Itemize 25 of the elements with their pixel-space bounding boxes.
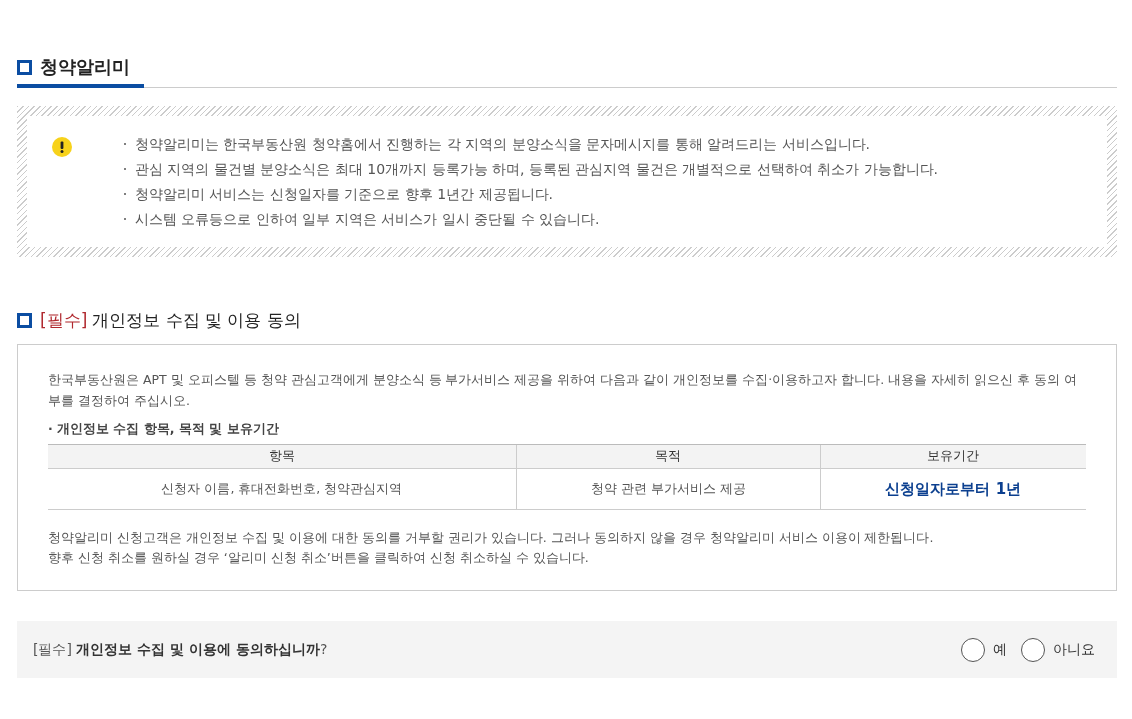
note-text: 청약알리미 신청고객은 개인정보 수집 및 이용에 대한 동의를 거부할 권리가 있습니다. 그러나 동의하지 않을 경우 청약알리미 서비스 이용이 제한됩니다. <box>48 529 935 547</box>
radio-button[interactable] <box>1021 637 1045 662</box>
notice-text: 청약알리미는 한국부동산원 청약홈에서 진행하는 각 지역의 분양소식을 문자메시지를 통해 알려드리는 서비스입니다. <box>135 135 870 154</box>
table-cell: 청약 관련 부가서비스 제공 <box>516 468 821 510</box>
page-title: 청약알리미 <box>40 55 130 79</box>
radio-label[interactable]: 아니요 <box>1053 640 1095 659</box>
exclamation-icon <box>52 137 72 157</box>
notice-text: 시스템 오류등으로 인하여 일부 지역은 서비스가 일시 중단될 수 있습니다. <box>135 210 600 229</box>
square-icon <box>17 59 32 75</box>
required-tag: [필수] <box>40 309 88 332</box>
table-cell: 신청일자로부터 1년 <box>820 468 1086 510</box>
section-title: 개인정보 수집 및 이용 동의 <box>92 309 301 332</box>
table-caption: · 개인정보 수집 항목, 목적 및 보유기간 <box>48 421 280 438</box>
notice-text: 관심 지역의 물건별 분양소식은 최대 10개까지 등록가능 하며, 등록된 관심지역 물건은 개별적으로 선택하여 취소가 가능합니다. <box>135 160 939 179</box>
radio-label[interactable]: 예 <box>993 640 1007 659</box>
question-text: [필수] 개인정보 수집 및 이용에 동의하십니까? <box>33 640 328 659</box>
note-text: 향후 신청 취소를 원하실 경우 ‘알리미 신청 취소’버튼을 클릭하여 신청 취소하실 수 있습니다. <box>48 549 590 567</box>
radio-button[interactable] <box>961 637 985 662</box>
column-header: 항목 <box>48 444 517 469</box>
square-icon <box>17 313 32 328</box>
column-header: 목적 <box>516 444 821 469</box>
column-header: 보유기간 <box>820 444 1086 469</box>
intro-text: 한국부동산원은 APT 및 오피스텔 등 청약 관심고객에게 분양소식 등 부가서비스 제공을 위하여 다음과 같이 개인정보를 수집·이용하고자 합니다. 내용을 자세히 읽으신 후 동의 여부를 결정하여 주십시오. <box>48 371 1079 410</box>
table-cell: 신청자 이름, 휴대전화번호, 청약관심지역 <box>48 468 517 510</box>
notice-text: 청약알리미 서비스는 신청일자를 기준으로 향후 1년간 제공됩니다. <box>135 185 554 204</box>
